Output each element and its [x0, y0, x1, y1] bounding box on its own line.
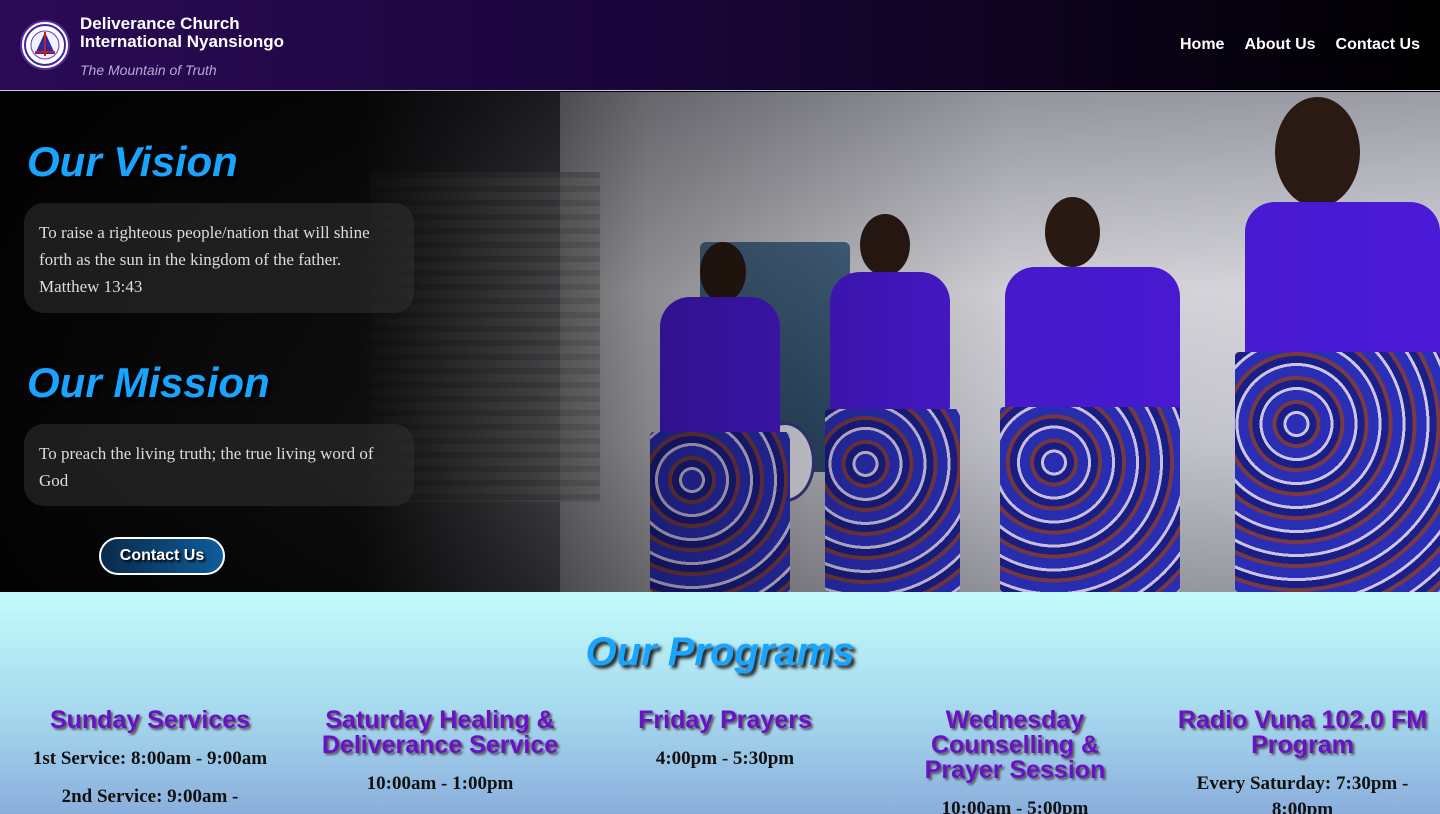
- program-wednesday-counselling: Wednesday Counselling & Prayer Session 1…: [900, 708, 1130, 814]
- church-name[interactable]: Deliverance Church International Nyansio…: [80, 15, 340, 51]
- program-time: 2nd Service: 9:00am -: [61, 786, 239, 807]
- program-title: Radio Vuna 102.0 FM Program: [1177, 706, 1428, 759]
- program-time: 4:00pm - 5:30pm: [655, 748, 795, 769]
- church-tagline: The Mountain of Truth: [80, 62, 217, 78]
- programs-section: Our Programs Sunday Services 1st Service…: [0, 592, 1440, 814]
- program-title: Saturday Healing & Deliverance Service: [321, 706, 559, 759]
- program-time: 10:00am - 1:00pm: [366, 773, 514, 794]
- site-header: Deliverance Church International Nyansio…: [0, 0, 1440, 91]
- mission-text: To preach the living truth; the true liv…: [24, 424, 414, 506]
- program-time: 1st Service: 8:00am - 9:00am: [32, 748, 268, 769]
- nav-home-link[interactable]: Home: [1180, 36, 1224, 54]
- church-logo-icon[interactable]: [20, 20, 70, 70]
- program-saturday-healing: Saturday Healing & Deliverance Service 1…: [300, 708, 580, 797]
- main-nav: Home About Us Contact Us: [1180, 36, 1420, 54]
- program-radio-vuna: Radio Vuna 102.0 FM Program Every Saturd…: [1175, 708, 1430, 814]
- program-title: Sunday Services: [49, 706, 251, 734]
- vision-heading: Our Vision: [27, 138, 238, 185]
- program-title: Friday Prayers: [638, 706, 812, 734]
- mission-heading: Our Mission: [27, 359, 270, 406]
- program-time: 10:00am - 5:00pm: [941, 798, 1089, 814]
- vision-text: To raise a righteous people/nation that …: [24, 203, 414, 313]
- program-time: Every Saturday: 7:30pm - 8:00pm: [1196, 773, 1409, 814]
- programs-heading: Our Programs: [585, 630, 855, 674]
- contact-us-button[interactable]: Contact Us: [99, 537, 225, 575]
- program-sunday-services: Sunday Services 1st Service: 8:00am - 9:…: [0, 708, 300, 810]
- nav-contact-link[interactable]: Contact Us: [1336, 36, 1420, 54]
- program-friday-prayers: Friday Prayers 4:00pm - 5:30pm: [610, 708, 840, 772]
- program-title: Wednesday Counselling & Prayer Session: [924, 706, 1106, 784]
- nav-about-link[interactable]: About Us: [1244, 36, 1315, 54]
